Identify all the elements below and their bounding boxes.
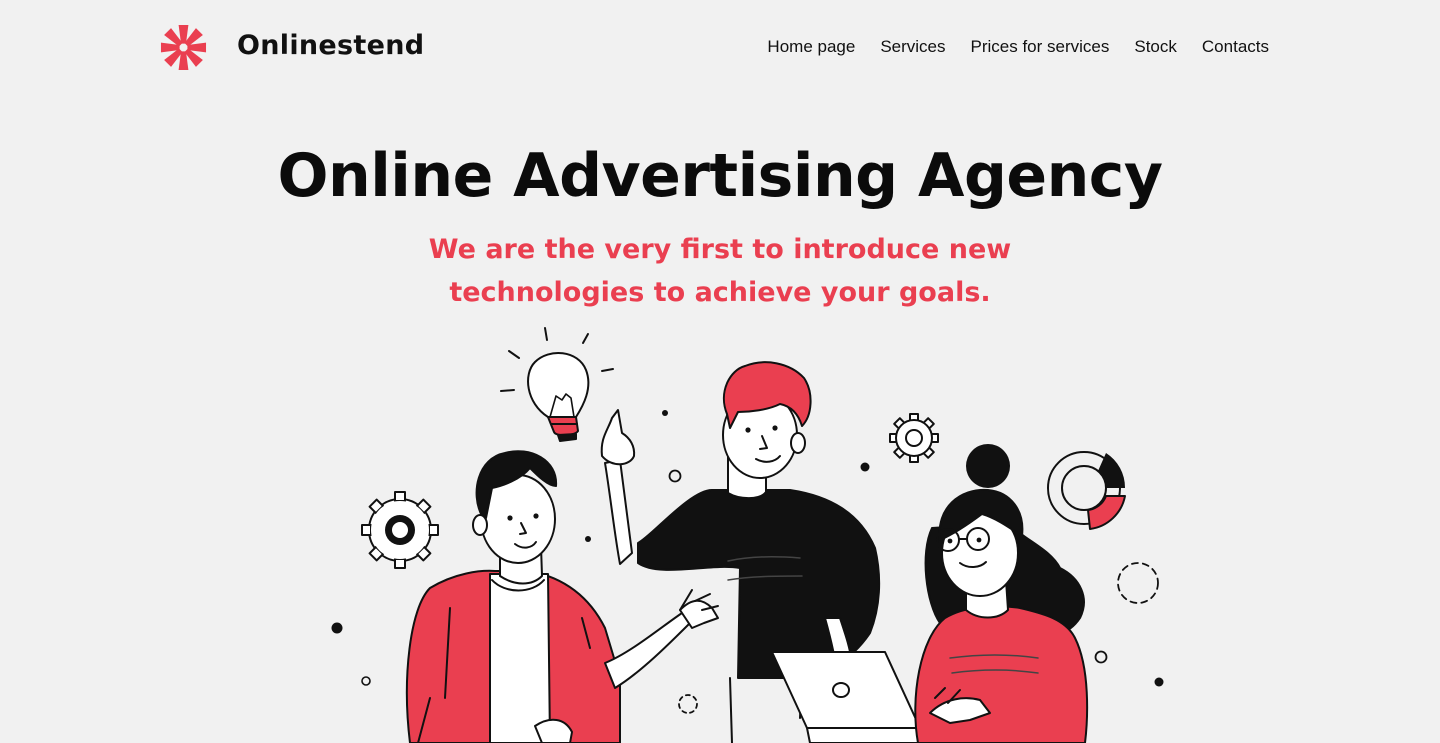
nav-item-stock[interactable]: Stock <box>1134 37 1177 57</box>
person-left-illustration <box>405 450 719 743</box>
hero-subtitle: We are the very first to introduce new t… <box>428 234 1012 308</box>
gear-icon <box>361 491 439 569</box>
lightbulb-icon <box>500 327 614 442</box>
gear-icon <box>889 413 939 463</box>
main-nav: Home page Services Prices for services S… <box>767 37 1269 57</box>
team-illustration <box>331 327 1164 743</box>
site-header: Onlinestend Home page Services Prices fo… <box>0 0 1440 96</box>
nav-item-contacts[interactable]: Contacts <box>1202 37 1269 57</box>
donut-chart-icon <box>1047 451 1126 530</box>
starburst-logo-icon[interactable] <box>160 24 207 71</box>
nav-item-prices[interactable]: Prices for services <box>971 37 1110 57</box>
nav-item-services[interactable]: Services <box>880 37 945 57</box>
hero-title: Online Advertising Agency <box>277 141 1163 211</box>
nav-item-home[interactable]: Home page <box>767 37 855 57</box>
brand-name[interactable]: Onlinestend <box>237 30 424 61</box>
